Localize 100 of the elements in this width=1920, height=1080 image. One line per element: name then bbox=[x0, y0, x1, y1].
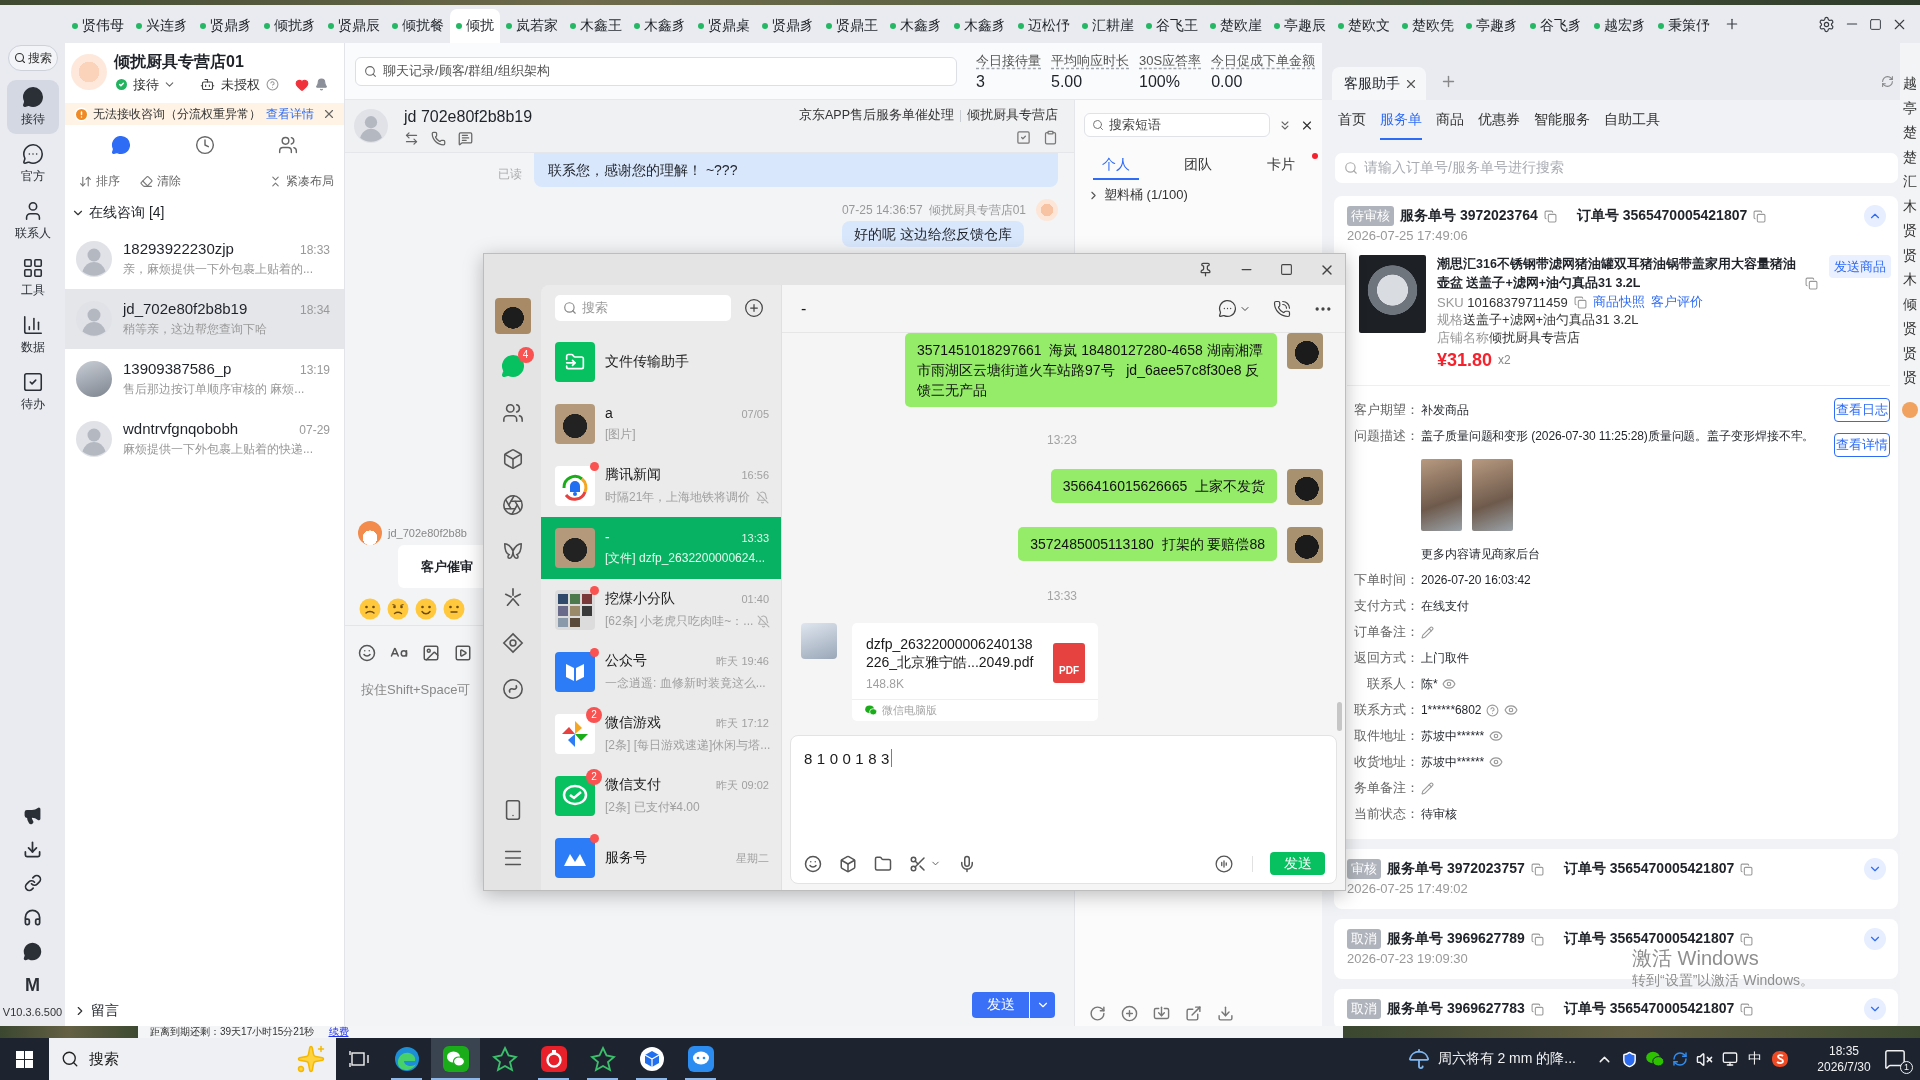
file-card[interactable]: dzfp_26322000006240138226_北京雅宁皓...2049.pdf 148.8K PDF 微信电脑版 bbox=[852, 623, 1098, 721]
chat-item[interactable]: 文件传输助手 bbox=[541, 331, 781, 393]
emoji-icon[interactable] bbox=[387, 598, 409, 620]
copy-icon[interactable] bbox=[1740, 1002, 1754, 1016]
bell-icon[interactable] bbox=[315, 78, 328, 91]
nav-item[interactable]: 联系人 bbox=[6, 194, 59, 248]
message-icon[interactable] bbox=[458, 130, 473, 146]
download-icon[interactable] bbox=[23, 839, 42, 859]
contacts-icon[interactable] bbox=[501, 402, 524, 424]
eye-icon[interactable] bbox=[1489, 755, 1504, 769]
butterfly-icon[interactable] bbox=[501, 540, 524, 562]
section-tab[interactable]: 商品 bbox=[1436, 100, 1464, 140]
emoji-icon[interactable] bbox=[443, 598, 465, 620]
action-button[interactable]: 清除 bbox=[140, 172, 181, 190]
help-icon[interactable] bbox=[266, 78, 279, 91]
chat-item[interactable]: 服务号 星期二 bbox=[541, 827, 781, 889]
details-link[interactable]: 查看详情 bbox=[266, 105, 314, 123]
eye-icon[interactable] bbox=[1442, 677, 1457, 691]
image-icon[interactable] bbox=[422, 644, 440, 662]
copy-icon[interactable] bbox=[1530, 1002, 1544, 1016]
weather-text[interactable]: 周六将有 2 mm 的降... bbox=[1437, 1050, 1576, 1068]
store-tab[interactable]: 木鑫豸 bbox=[948, 9, 1012, 43]
store-tab[interactable]: 贤鼎桌 bbox=[692, 9, 756, 43]
screenshot-button[interactable] bbox=[909, 854, 941, 873]
phone-icon[interactable] bbox=[431, 130, 446, 146]
copy-icon[interactable] bbox=[1753, 209, 1767, 223]
chat-item[interactable]: 2 微信游戏 昨天 17:12 [2条] [每日游戏速递]休闲与塔... bbox=[541, 703, 781, 765]
conversation-item[interactable]: 18293922230zjp 18:33 亲，麻烦提供一下外包裹上贴着的... bbox=[65, 229, 344, 289]
nav-item[interactable]: 数据 bbox=[6, 308, 59, 362]
import-icon[interactable] bbox=[1153, 1004, 1170, 1022]
add-tab-icon[interactable] bbox=[1724, 16, 1740, 32]
call-icon[interactable] bbox=[1273, 299, 1291, 318]
phrase-group[interactable]: 塑料桶 (1/100) bbox=[1075, 180, 1322, 210]
nav-item[interactable]: 接待 bbox=[6, 80, 59, 134]
edit-icon[interactable] bbox=[1421, 625, 1434, 639]
action-button[interactable]: 紧凑布局 bbox=[269, 172, 334, 190]
action-button[interactable]: 查看日志 bbox=[1834, 398, 1890, 422]
phrase-tab[interactable]: 团队 bbox=[1175, 150, 1222, 180]
search-button[interactable]: 搜索 bbox=[7, 45, 58, 71]
action-button[interactable]: 查看详情 bbox=[1834, 433, 1890, 457]
nav-item[interactable]: 工具 bbox=[6, 251, 59, 305]
phrase-search-field[interactable]: 搜索短语 bbox=[1084, 113, 1270, 137]
copy-icon[interactable] bbox=[1530, 932, 1544, 946]
megaphone-icon[interactable] bbox=[23, 805, 42, 825]
expand-toggle[interactable] bbox=[1864, 998, 1886, 1020]
store-tab[interactable]: 贤鼎豸 bbox=[194, 9, 258, 43]
eye-icon[interactable] bbox=[1489, 729, 1504, 743]
chat-options-button[interactable] bbox=[1218, 299, 1251, 318]
chat-bubble-icon[interactable] bbox=[23, 941, 42, 961]
send-button[interactable]: 发送 bbox=[972, 992, 1029, 1018]
mute-icon[interactable] bbox=[1696, 1050, 1713, 1068]
maximize-icon[interactable] bbox=[1280, 263, 1293, 276]
store-tab[interactable]: 秉策伃 bbox=[1652, 9, 1716, 43]
store-tab[interactable]: 倾扰餐 bbox=[386, 9, 450, 43]
conversation-item[interactable]: 13909387586_p 13:19 售后那边按订单顺序审核的 麻烦... bbox=[65, 349, 344, 409]
checkbox-icon[interactable] bbox=[1016, 130, 1031, 145]
store-tab[interactable]: 贤鼎王 bbox=[820, 9, 884, 43]
input-method-icon[interactable] bbox=[1770, 1050, 1789, 1068]
chat-item[interactable]: 挖煤小分队 01:40 [62条] 小老虎只吃肉哇~：... bbox=[541, 579, 781, 641]
copy-icon[interactable] bbox=[1530, 862, 1544, 876]
cube-icon[interactable] bbox=[501, 448, 524, 470]
clipboard-icon[interactable] bbox=[1043, 130, 1058, 145]
link-icon[interactable] bbox=[23, 874, 42, 892]
settings-icon[interactable] bbox=[1818, 15, 1835, 33]
nav-item[interactable]: 官方 bbox=[6, 137, 59, 191]
store-tab[interactable]: 汇耕崖 bbox=[1076, 9, 1140, 43]
sync-icon[interactable] bbox=[1671, 1051, 1688, 1067]
folder-icon[interactable] bbox=[874, 854, 892, 873]
store-tab[interactable]: 楚欧文 bbox=[1332, 9, 1396, 43]
copy-icon[interactable] bbox=[1740, 932, 1754, 946]
search-field[interactable]: 聊天记录/顾客/群组/组织架构 bbox=[355, 56, 957, 86]
conversation-item[interactable]: jd_702e80f2b8b19 18:34 稍等亲，这边帮您查询下哈 bbox=[65, 289, 344, 349]
taskbar-search-field[interactable]: 搜索 bbox=[49, 1038, 336, 1080]
expand-toggle[interactable] bbox=[1864, 928, 1886, 950]
help-icon[interactable] bbox=[1486, 703, 1500, 717]
section-tab[interactable]: 智能服务 bbox=[1534, 100, 1590, 140]
photo-placeholder[interactable] bbox=[494, 298, 531, 334]
panel-tab[interactable]: 客服助手 bbox=[1332, 67, 1426, 100]
heart-icon[interactable] bbox=[295, 77, 309, 92]
refresh-icon[interactable] bbox=[1089, 1004, 1106, 1022]
copy-icon[interactable] bbox=[1573, 295, 1587, 309]
store-tab[interactable]: 木鑫王 bbox=[564, 9, 628, 43]
emoji-icon[interactable] bbox=[415, 598, 437, 620]
section-tab[interactable]: 首页 bbox=[1338, 100, 1366, 140]
renew-link[interactable]: 续费 bbox=[328, 1026, 349, 1038]
store-tab[interactable]: 亭趣辰 bbox=[1268, 9, 1332, 43]
store-tab[interactable]: 谷飞王 bbox=[1140, 9, 1204, 43]
aperture-icon[interactable] bbox=[501, 494, 524, 516]
network-icon[interactable] bbox=[1721, 1051, 1738, 1067]
store-tab[interactable]: 贤伟母 bbox=[66, 9, 130, 43]
edit-icon[interactable] bbox=[1421, 781, 1434, 795]
section-tab[interactable]: 服务单 bbox=[1380, 100, 1422, 140]
group-header[interactable]: 留言 bbox=[65, 996, 344, 1026]
product-link[interactable]: 商品快照 bbox=[1592, 293, 1645, 311]
store-tab[interactable]: 木鑫豸 bbox=[628, 9, 692, 43]
chat-item[interactable]: a 07/05 [图片] bbox=[541, 393, 781, 455]
pin-icon[interactable] bbox=[1198, 262, 1213, 277]
nav-item[interactable]: 待办 bbox=[6, 365, 59, 419]
conversation-item[interactable]: wdntrvfgnqobobh 07-29 麻烦提供一下外包裹上贴着的快递... bbox=[65, 409, 344, 469]
transfer-icon[interactable] bbox=[404, 130, 419, 146]
